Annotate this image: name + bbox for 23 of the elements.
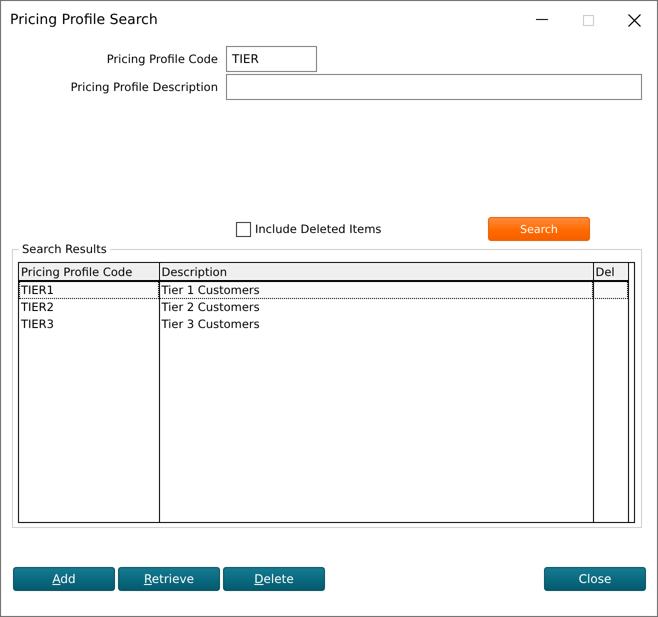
input-field[interactable]: TIER — [226, 46, 317, 72]
column-header[interactable]: Pricing Profile Code — [19, 263, 159, 281]
table-cell[interactable]: TIER2 — [19, 299, 159, 316]
column-header[interactable]: Description — [159, 263, 593, 281]
table-cell[interactable]: TIER1 — [19, 281, 159, 299]
action-button[interactable]: Retrieve — [118, 567, 220, 591]
table-cell: Tier 3 Customers — [159, 316, 593, 333]
window-title: Pricing Profile Search — [10, 12, 159, 28]
table-cell: Tier 1 Customers — [159, 281, 593, 299]
group-title: Search Results — [19, 242, 110, 256]
action-button[interactable]: Close — [544, 567, 646, 591]
field-label: Pricing Profile Code — [106, 52, 219, 66]
checkbox[interactable] — [236, 222, 251, 236]
checkbox-label: Include Deleted Items — [255, 222, 382, 236]
minimize-icon[interactable] — [536, 19, 548, 21]
action-button[interactable]: Add — [13, 567, 115, 591]
table-cell: Tier 2 Customers — [159, 299, 593, 316]
input-field[interactable] — [226, 74, 642, 100]
action-button[interactable]: Delete — [223, 567, 325, 591]
close-icon[interactable] — [628, 14, 640, 26]
field-label: Pricing Profile Description — [70, 80, 219, 94]
column-header[interactable]: Del — [593, 263, 628, 281]
table-cell[interactable]: TIER3 — [19, 316, 159, 333]
